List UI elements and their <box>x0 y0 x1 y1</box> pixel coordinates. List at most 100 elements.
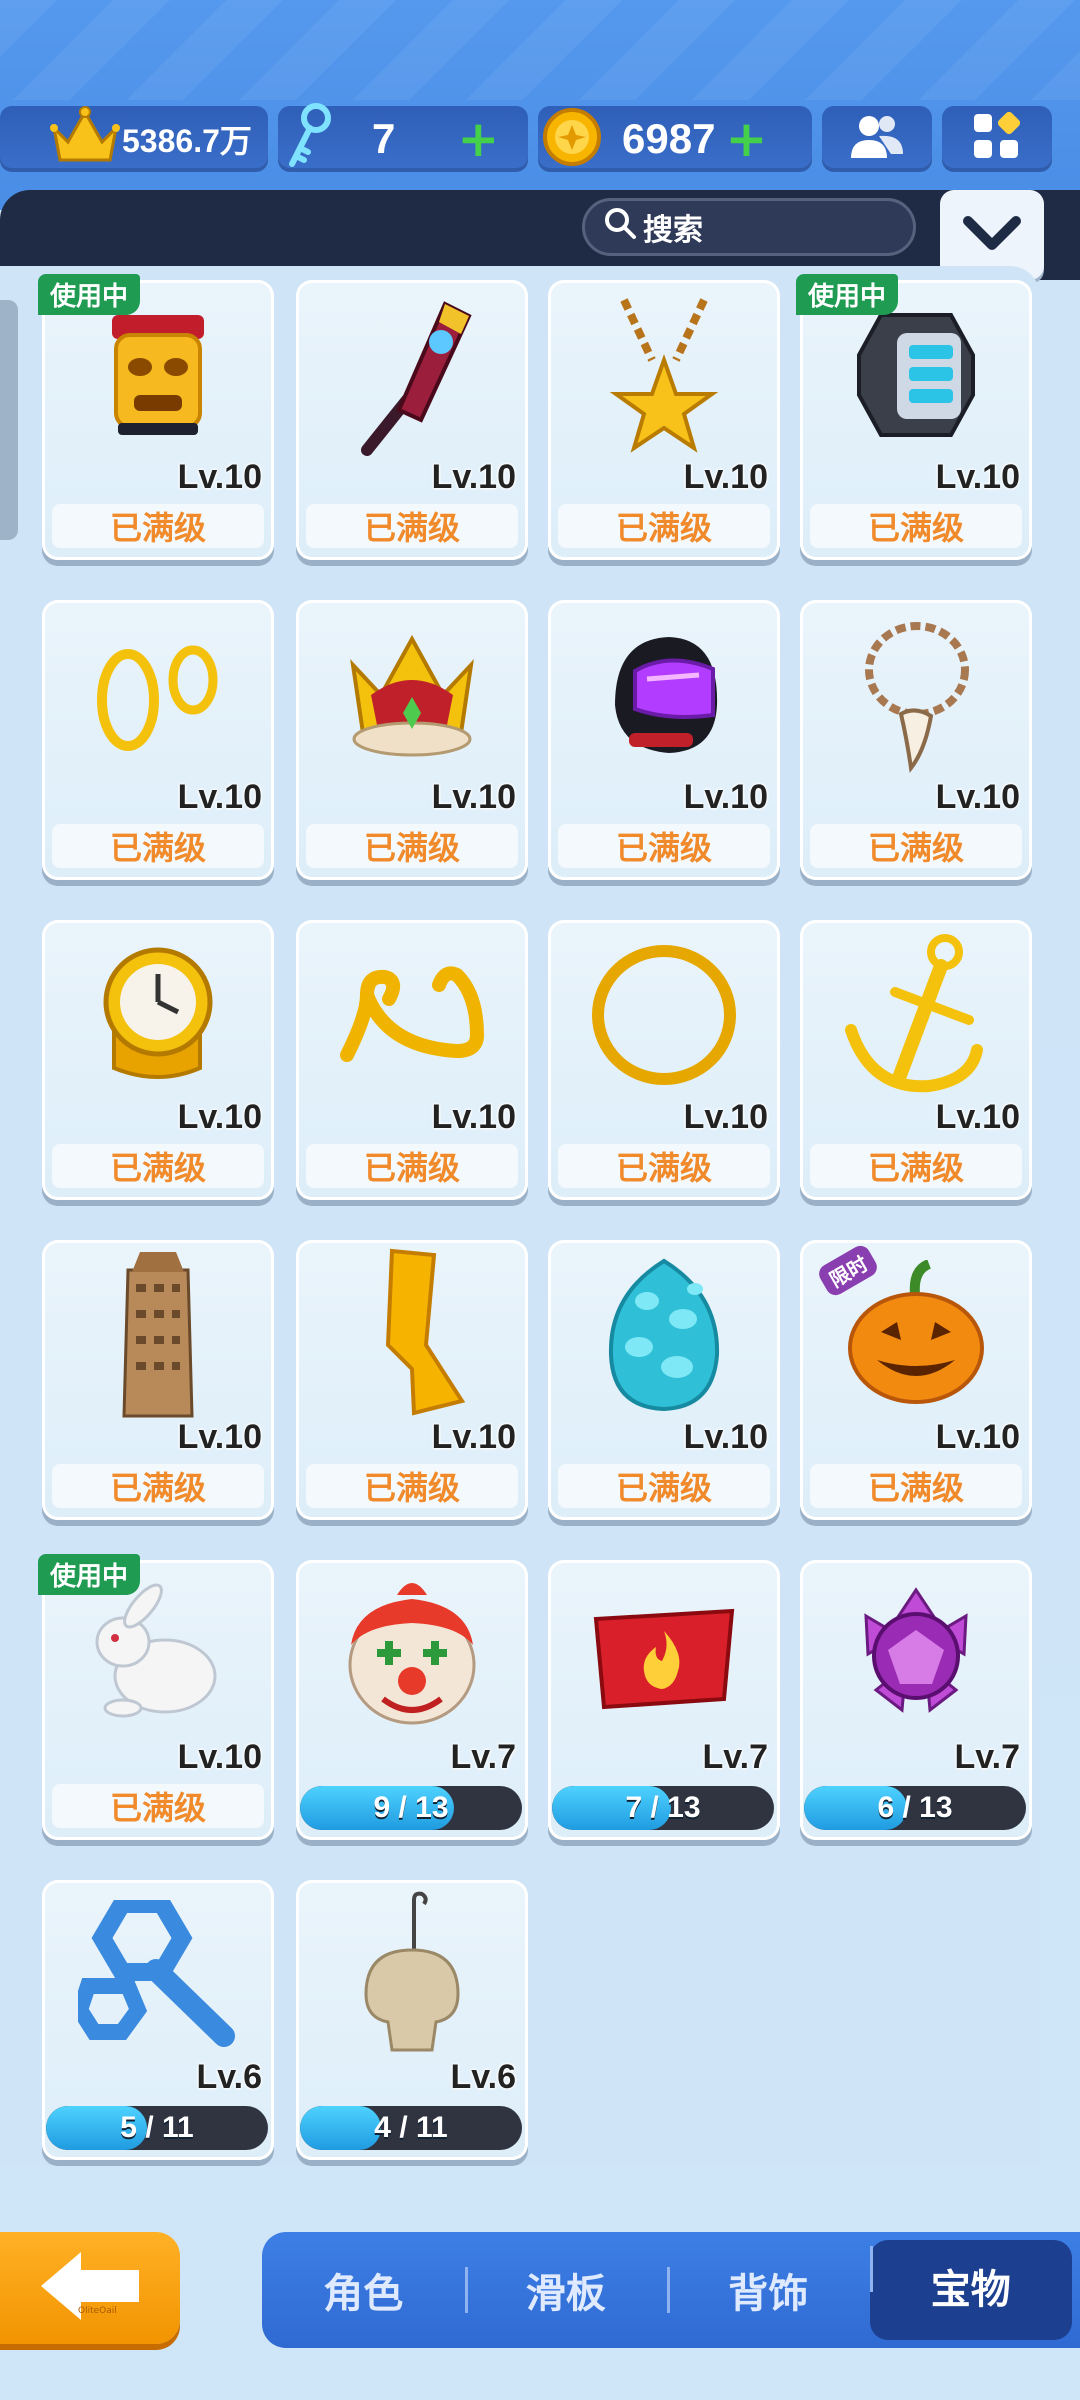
max-level-label: 已满级 <box>306 824 518 868</box>
item-level: Lv.10 <box>177 1098 262 1136</box>
treasure-card[interactable]: Lv.10 已满级 <box>42 1240 274 1520</box>
progress-text: 4 / 11 <box>374 2111 448 2144</box>
max-level-label: 已满级 <box>306 1464 518 1508</box>
key-icon <box>284 102 332 176</box>
treasure-card[interactable]: Lv.6 4 / 11 <box>296 1880 528 2160</box>
item-level: Lv.10 <box>683 778 768 816</box>
in-use-badge: 使用中 <box>796 274 899 315</box>
wind-up-key-icon <box>42 1880 274 2070</box>
treasure-card[interactable]: Lv.10 已满级 <box>296 280 528 560</box>
item-level: Lv.10 <box>683 1098 768 1136</box>
treasure-card[interactable]: 限时 Lv.10 已满级 <box>800 1240 1032 1520</box>
max-level-label: 已满级 <box>558 504 770 548</box>
item-level: Lv.10 <box>431 458 516 496</box>
item-level: Lv.10 <box>177 1418 262 1456</box>
skull-hook-icon <box>296 1880 528 2070</box>
progress-text: 7 / 13 <box>625 1791 701 1824</box>
back-button[interactable]: OliteOail <box>0 2232 180 2344</box>
helmet-icon <box>548 600 780 790</box>
category-tabs: 角色 滑板 背饰 宝物 <box>262 2232 1080 2348</box>
treasure-card[interactable]: Lv.6 5 / 11 <box>42 1880 274 2160</box>
item-level: Lv.10 <box>177 778 262 816</box>
max-level-label: 已满级 <box>52 824 264 868</box>
item-level: Lv.10 <box>431 1098 516 1136</box>
search-placeholder: 搜索 <box>643 213 703 248</box>
skyscraper-icon <box>42 1240 274 1430</box>
treasure-card[interactable]: Lv.10 已满级 <box>42 920 274 1200</box>
item-level: Lv.7 <box>954 1738 1020 1776</box>
left-scroll-handle[interactable] <box>0 300 18 540</box>
upgrade-progress-bar: 9 / 13 <box>300 1786 522 1830</box>
treasure-card[interactable]: Lv.7 6 / 13 <box>800 1560 1032 1840</box>
tab-backpack[interactable]: 背饰 <box>667 2261 870 2319</box>
progress-text: 9 / 13 <box>373 1791 449 1824</box>
upgrade-progress-bar: 6 / 13 <box>804 1786 1026 1830</box>
item-level: Lv.7 <box>450 1738 516 1776</box>
item-level: Lv.6 <box>450 2058 516 2096</box>
max-level-label: 已满级 <box>810 1464 1022 1508</box>
item-level: Lv.10 <box>177 1738 262 1776</box>
max-level-label: 已满级 <box>306 504 518 548</box>
friends-icon <box>849 112 905 166</box>
purple-crystal-icon <box>800 1560 1032 1750</box>
add-coin-button[interactable]: + <box>725 114 767 164</box>
progress-text: 6 / 13 <box>877 1791 953 1824</box>
max-level-label: 已满级 <box>810 1144 1022 1188</box>
treasure-card[interactable]: 使用中 Lv.10 已满级 <box>796 274 1032 560</box>
tab-character[interactable]: 角色 <box>262 2261 465 2319</box>
treasure-card[interactable]: Lv.7 7 / 13 <box>548 1560 780 1840</box>
upgrade-progress-bar: 4 / 11 <box>300 2106 522 2150</box>
max-level-label: 已满级 <box>52 1784 264 1828</box>
max-level-label: 已满级 <box>52 504 264 548</box>
treasure-card[interactable]: Lv.10 已满级 <box>548 280 780 560</box>
progress-text: 5 / 11 <box>120 2111 194 2144</box>
add-key-button[interactable]: + <box>457 114 499 164</box>
in-use-badge: 使用中 <box>38 1554 141 1595</box>
max-level-label: 已满级 <box>558 824 770 868</box>
star-necklace-icon <box>548 280 780 470</box>
watch-ring-icon <box>42 920 274 1110</box>
dragon-egg-icon <box>548 1240 780 1430</box>
crown-icon <box>296 600 528 790</box>
gold-bar-icon <box>296 1240 528 1430</box>
item-level: Lv.7 <box>702 1738 768 1776</box>
key-value: 7 <box>372 115 396 162</box>
item-level: Lv.10 <box>683 458 768 496</box>
friends-button[interactable] <box>822 106 932 172</box>
max-level-label: 已满级 <box>52 1464 264 1508</box>
treasure-card[interactable]: Lv.10 已满级 <box>548 600 780 880</box>
treasure-card[interactable]: 使用中 Lv.10 已满级 <box>38 274 274 560</box>
gold-earrings-icon <box>42 600 274 790</box>
search-icon <box>603 206 637 248</box>
tab-skateboard[interactable]: 滑板 <box>464 2261 668 2319</box>
treasure-card[interactable]: Lv.10 已满级 <box>548 920 780 1200</box>
max-level-label: 已满级 <box>810 824 1022 868</box>
treasure-card[interactable]: Lv.10 已满级 <box>800 600 1032 880</box>
item-level: Lv.10 <box>935 778 1020 816</box>
treasure-card[interactable]: Lv.10 已满级 <box>800 920 1032 1200</box>
treasure-card[interactable]: Lv.10 已满级 <box>548 1240 780 1520</box>
treasure-card[interactable]: 使用中 Lv.10 已满级 <box>38 1554 274 1840</box>
sky-pattern <box>0 0 1080 100</box>
treasure-card[interactable]: Lv.10 已满级 <box>42 600 274 880</box>
back-arrow-icon <box>35 2246 145 2330</box>
menu-button[interactable] <box>942 106 1052 172</box>
max-level-label: 已满级 <box>558 1464 770 1508</box>
coin-icon <box>542 107 602 171</box>
back-button-caption: OliteOail <box>78 2306 117 2316</box>
grid-menu-icon <box>972 111 1022 166</box>
item-level: Lv.10 <box>431 778 516 816</box>
treasure-card[interactable]: Lv.10 已满级 <box>296 600 528 880</box>
item-level: Lv.10 <box>935 1418 1020 1456</box>
fire-axe-icon <box>296 280 528 470</box>
item-level: Lv.10 <box>177 458 262 496</box>
treasure-card[interactable]: Lv.10 已满级 <box>296 1240 528 1520</box>
chevron-down-icon <box>962 213 1022 257</box>
item-level: Lv.10 <box>431 1418 516 1456</box>
search-input[interactable]: 搜索 <box>582 198 916 256</box>
tab-treasure[interactable]: 宝物 <box>869 2240 1072 2340</box>
treasure-card[interactable]: Lv.10 已满级 <box>296 920 528 1200</box>
item-level: Lv.10 <box>683 1418 768 1456</box>
tooth-necklace-icon <box>800 600 1032 790</box>
treasure-card[interactable]: Lv.7 9 / 13 <box>296 1560 528 1840</box>
